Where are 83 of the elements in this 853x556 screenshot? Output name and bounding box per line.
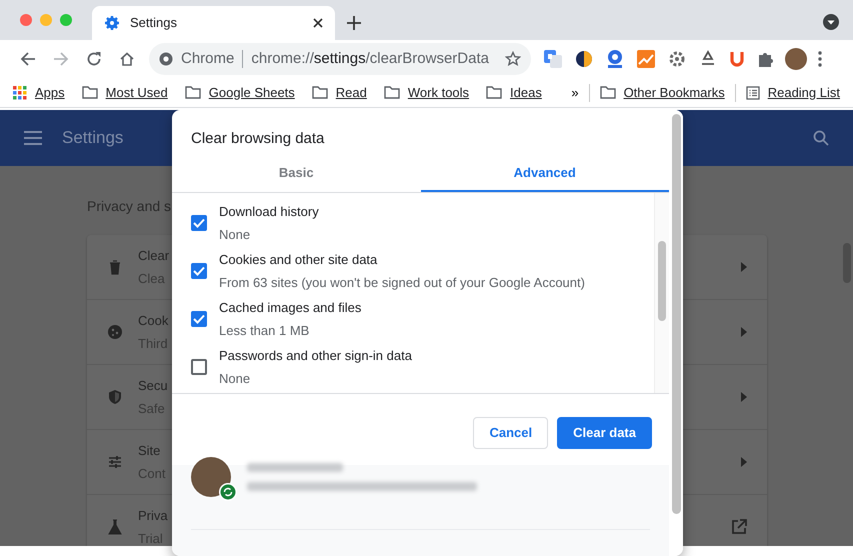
open-in-new-icon[interactable] [731,519,747,535]
checkbox[interactable] [191,359,207,375]
chrome-page-icon [159,52,173,66]
folder-icon [384,86,400,99]
scrollbar-thumb[interactable] [658,241,666,321]
option-label: Download history [219,202,319,221]
circle-badge-icon[interactable] [605,49,625,69]
row-title: Priva [138,506,168,524]
sliders-icon [107,454,123,470]
bookmark-link[interactable]: Ideas [486,82,542,102]
clear-data-button[interactable]: Clear data [557,417,652,449]
profile-avatar-icon[interactable] [785,48,807,70]
caret-right-icon[interactable] [741,327,747,337]
option-detail: From 63 sites (you won't be signed out of your Google Account) [219,274,585,292]
scrollbar-thumb[interactable] [672,114,680,514]
dialog-title: Clear browsing data [190,129,326,149]
folder-icon [600,86,616,99]
apps-grid-icon [13,86,27,100]
caret-right-icon[interactable] [741,457,747,467]
bookmark-link[interactable]: Most Used [82,82,168,102]
more-menu-icon[interactable] [818,51,822,67]
address-bar[interactable]: Chrome chrome://settings/clearBrowserData [149,43,531,75]
folder-icon [312,86,328,99]
search-icon[interactable] [813,130,829,146]
tab-title: Settings [130,14,178,32]
trash-icon [107,259,123,275]
option-detail: None [219,226,252,244]
bookmark-star-button[interactable] [505,51,521,67]
checkbox[interactable] [191,263,207,279]
bookmark-link[interactable]: Read [312,82,367,102]
flask-icon [107,519,123,535]
list-icon [746,86,760,100]
cookie-icon [107,324,123,340]
avatar-placeholder [191,457,231,497]
home-icon [118,51,134,67]
row-title: Secu [138,376,168,394]
plus-icon [347,16,361,30]
option-detail: Less than 1 MB [219,322,310,340]
row-title: Site [138,442,160,460]
bookmark-link[interactable]: Apps [13,82,65,102]
menu-icon[interactable] [24,131,42,145]
browser-tab[interactable]: Settings [92,6,335,40]
sync-icon [219,483,237,501]
folder-icon [82,86,98,99]
tab[interactable]: Basic [172,155,420,192]
forward-arrow-icon [52,51,68,67]
close-tab-icon[interactable] [313,18,323,28]
bookmark-link[interactable]: Work tools [384,82,470,102]
more-bookmarks-button[interactable]: » [571,82,579,102]
checkbox[interactable] [191,311,207,327]
checkbox[interactable] [191,215,207,231]
row-title: Clear [138,246,170,264]
reload-icon [86,51,102,67]
folder-icon [486,86,502,99]
option-label: Cookies and other site data [219,250,378,268]
option-label: Cached images and files [219,298,362,317]
new-tab-button[interactable] [347,16,361,30]
half-circle-logo-icon[interactable] [574,49,594,69]
shield-icon [107,389,123,405]
back-arrow-icon [20,51,36,67]
folder-icon [184,86,201,99]
close-window-button[interactable] [20,14,32,26]
puzzle-piece-icon[interactable] [756,50,774,68]
magnet-icon[interactable] [729,50,745,68]
bookmark-link[interactable]: Google Sheets [184,82,295,102]
option-label: Passwords and other sign-in data [219,346,412,365]
reading-list-link[interactable]: Reading List [746,82,840,102]
bookmark-link[interactable]: Other Bookmarks [600,82,725,102]
gear-icon [104,15,120,31]
caret-right-icon[interactable] [741,392,747,402]
caret-right-icon[interactable] [741,262,747,272]
translate-icon[interactable] [543,49,563,69]
close-icon [313,18,323,28]
url-text: chrome://settings/clearBrowserData [251,48,490,69]
row-title: Cook [138,312,168,330]
option-detail: None [219,370,252,388]
site-label: Chrome [181,48,234,69]
tab-search-icon[interactable] [823,14,839,30]
gear-icon[interactable] [667,49,687,69]
trend-chart-icon[interactable] [636,49,656,69]
star-icon [505,51,521,67]
cancel-button[interactable]: Cancel [473,417,548,449]
settings-title: Settings [62,127,124,150]
